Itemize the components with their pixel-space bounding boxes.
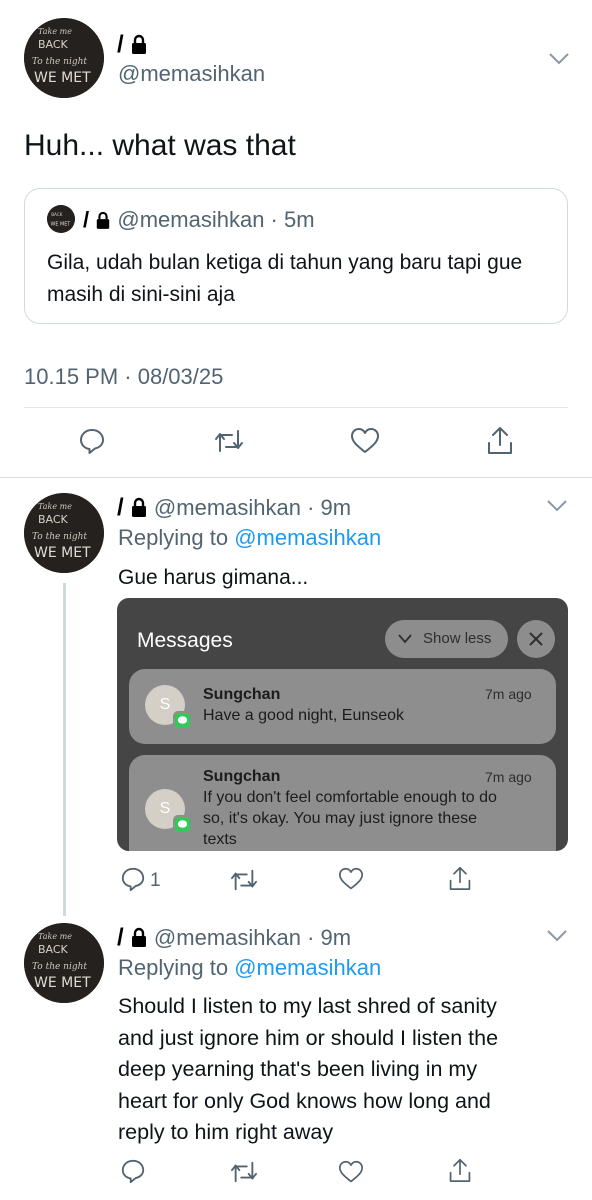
notification-card[interactable]: S Sungchan 7m ago Have a good night, Eun… (129, 669, 556, 744)
avatar-text: Take me (38, 932, 72, 941)
tweet-text: Huh... what was that (24, 129, 296, 162)
replying-to: Replying to @memasihkan (118, 525, 382, 550)
display-name[interactable]: / (117, 32, 148, 58)
share-icon[interactable] (448, 1156, 472, 1184)
avatar-text: BACK (38, 38, 69, 51)
reply-header: / @memasihkan · 9m (117, 494, 352, 521)
avatar[interactable]: Take me BACK To the night WE MET (24, 923, 104, 1003)
quote-text: Gila, udah bulan ketiga di tahun yang ba… (47, 251, 523, 306)
quote-handle: @memasihkan (117, 207, 265, 232)
notification-text: If you don't feel comfortable enough to … (203, 789, 497, 806)
notification-text: Have a good night, Eunseok (203, 707, 405, 724)
reply-icon[interactable] (120, 866, 146, 892)
avatar-text: To the night (32, 57, 87, 67)
show-less-button[interactable]: Show less (385, 620, 508, 658)
thread-line (63, 583, 66, 916)
handle[interactable]: @memasihkan (118, 61, 265, 87)
reply-icon[interactable] (120, 1158, 146, 1184)
display-name[interactable]: / (117, 924, 124, 951)
messages-app-icon (173, 711, 192, 730)
quote-display-name: / (83, 207, 90, 232)
chevron-down-icon[interactable] (548, 52, 570, 66)
quote-time: 5m (284, 207, 315, 232)
notification-time: 7m ago (485, 686, 532, 702)
avatar-text: To the night (32, 962, 87, 972)
lock-icon (130, 497, 148, 517)
chevron-down-icon[interactable] (546, 499, 568, 513)
like-icon[interactable] (350, 427, 380, 455)
notification-screenshot[interactable]: Messages Show less S Sungchan 7m ago Hav… (117, 598, 568, 851)
quote-tweet-card[interactable]: BACK WE MET / @memasihkan · 5m Gila, udah… (24, 188, 568, 324)
lock-icon (95, 211, 111, 229)
messages-app-icon (173, 815, 192, 834)
share-icon[interactable] (486, 424, 514, 456)
avatar-text: WE MET (34, 545, 91, 561)
avatar-text: WE MET (34, 975, 91, 991)
close-button[interactable] (517, 620, 555, 658)
handle[interactable]: @memasihkan (154, 925, 301, 950)
notification-card[interactable]: S Sungchan 7m ago If you don't feel comf… (129, 755, 556, 851)
tweet-text: Should I listen to my last shred of sani… (118, 994, 499, 1144)
like-icon[interactable] (338, 867, 364, 891)
notification-text: so, it's okay. You may just ignore these (203, 810, 478, 827)
retweet-icon[interactable] (230, 867, 258, 893)
notification-time: 7m ago (485, 769, 532, 785)
reply-time: 9m (320, 925, 352, 950)
reply-time: 9m (320, 495, 352, 520)
avatar-text: BACK (38, 943, 69, 956)
reply-icon[interactable] (78, 427, 106, 455)
replying-to-link[interactable]: @memasihkan (234, 955, 381, 980)
chevron-down-icon[interactable] (546, 929, 568, 943)
reply-count: 1 (150, 870, 161, 891)
svg-text:BACK: BACK (51, 212, 63, 217)
retweet-icon[interactable] (230, 1159, 258, 1185)
sender-name: Sungchan (203, 768, 281, 785)
notification-text: texts (203, 831, 237, 848)
close-icon (529, 632, 543, 646)
handle[interactable]: @memasihkan (154, 495, 301, 520)
sender-name: Sungchan (203, 686, 281, 703)
lock-icon (130, 34, 148, 54)
avatar-text: To the night (32, 532, 87, 542)
timestamp[interactable]: 10.15 PM · 08/03/25 (24, 364, 223, 390)
notification-title: Messages (137, 629, 233, 652)
replying-to: Replying to @memasihkan (118, 955, 382, 980)
share-icon[interactable] (448, 864, 472, 892)
reply-header: / @memasihkan · 9m (117, 924, 352, 951)
divider (24, 407, 568, 408)
tweet-text: Gue harus gimana... (118, 566, 309, 589)
divider (0, 477, 592, 478)
svg-text:WE MET: WE MET (51, 221, 71, 227)
replying-to-link[interactable]: @memasihkan (234, 525, 381, 550)
retweet-icon[interactable] (214, 427, 244, 455)
display-name[interactable]: / (117, 494, 124, 521)
chevron-down-icon (398, 634, 412, 644)
avatar-text: BACK (38, 513, 69, 526)
like-icon[interactable] (338, 1160, 364, 1184)
avatar[interactable]: Take me BACK To the night WE MET (24, 18, 104, 98)
avatar-text: Take me (38, 502, 72, 511)
quote-avatar: BACK WE MET (47, 205, 75, 233)
avatar-text: WE MET (34, 70, 91, 86)
lock-icon (130, 927, 148, 947)
avatar-text: Take me (38, 27, 72, 36)
avatar[interactable]: Take me BACK To the night WE MET (24, 493, 104, 573)
